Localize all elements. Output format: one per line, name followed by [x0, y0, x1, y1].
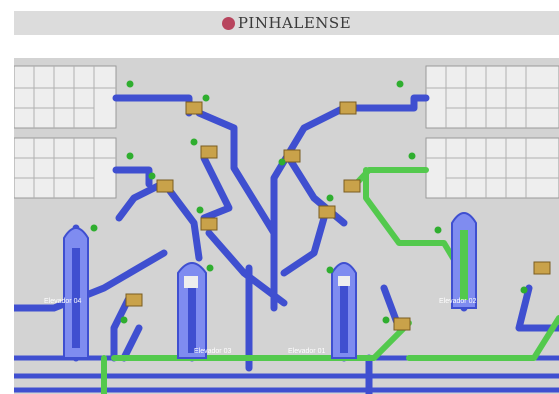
- valve-11: [533, 261, 551, 275]
- valve-7: [343, 179, 361, 193]
- brand-logo: PINHALENSE: [221, 14, 352, 32]
- valve-3: [156, 179, 174, 193]
- valve-5: [339, 101, 357, 115]
- app-header: PINHALENSE: [14, 11, 559, 35]
- silo-block-left-bottom[interactable]: [14, 137, 117, 199]
- elevator-02[interactable]: [451, 212, 477, 309]
- elevator-01-label: Elevador 01: [288, 348, 326, 355]
- valve-8: [318, 205, 336, 219]
- elevator-03[interactable]: [177, 262, 207, 359]
- valve-2: [200, 145, 218, 159]
- elevator-03-label: Elevador 03: [194, 348, 232, 355]
- elevator-02-label: Elevador 02: [439, 298, 477, 305]
- bottom-conveyor: [14, 355, 559, 393]
- valve-1: [185, 101, 203, 115]
- valve-4: [200, 217, 218, 231]
- brand-name: PINHALENSE: [237, 14, 352, 32]
- elevator-01[interactable]: [331, 262, 357, 359]
- silo-block-right-bottom[interactable]: [425, 137, 559, 199]
- silo-block-left-top[interactable]: [14, 65, 117, 129]
- valve-9: [125, 293, 143, 307]
- elevator-04-label: Elevador 04: [44, 298, 82, 305]
- elevator-04[interactable]: [63, 227, 89, 359]
- silo-block-right-top[interactable]: [425, 65, 559, 129]
- valve-6: [283, 149, 301, 163]
- plant-diagram[interactable]: Elevador 04 Elevador 03 Elevador 01 Elev…: [14, 58, 559, 394]
- brand-logo-icon: [221, 16, 235, 30]
- plant-schematic: [14, 65, 559, 394]
- valve-10: [393, 317, 411, 331]
